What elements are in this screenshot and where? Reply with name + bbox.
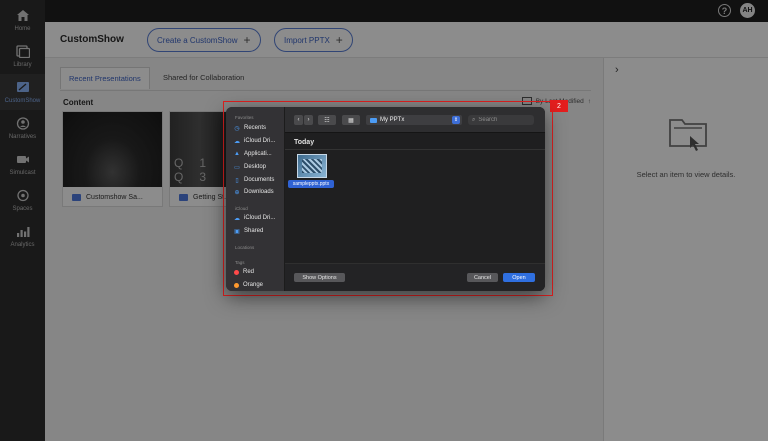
section-divider bbox=[285, 149, 545, 150]
sidebar-tag-orange[interactable]: Orange bbox=[234, 280, 263, 290]
sidebar-section-tags: Tags bbox=[235, 260, 245, 265]
sidebar-item-icloud-drive-2[interactable]: ☁ iCloud Dri... bbox=[234, 213, 275, 223]
dialog-footer: Show Options Cancel Open bbox=[285, 263, 545, 291]
sidebar-item-label: iCloud Dri... bbox=[244, 215, 276, 221]
dialog-toolbar: ‹ › ☷ ▦ My PPTx ⇕ ⌕ bbox=[285, 107, 545, 133]
sidebar-item-label: Documents bbox=[244, 177, 275, 183]
sidebar-item-label: Shared bbox=[244, 228, 264, 234]
sidebar-tag-red[interactable]: Red bbox=[234, 267, 254, 277]
sidebar-item-label: Red bbox=[243, 269, 255, 275]
open-button[interactable]: Open bbox=[503, 273, 535, 282]
document-icon: ▯ bbox=[235, 177, 239, 184]
list-view-toggle[interactable]: ☷ bbox=[318, 115, 336, 125]
dialog-main: ‹ › ☷ ▦ My PPTx ⇕ ⌕ Today samplepptx.ppt… bbox=[285, 107, 545, 291]
clock-icon: ◷ bbox=[234, 125, 240, 132]
sidebar-item-label: Desktop bbox=[244, 164, 267, 170]
dialog-sidebar: Favorites ◷ Recents ☁ iCloud Dri... ▲ Ap… bbox=[226, 107, 285, 291]
cloud-icon: ☁ bbox=[234, 215, 240, 222]
sidebar-item-downloads[interactable]: ⊕ Downloads bbox=[234, 187, 274, 197]
desktop-icon: ▭ bbox=[234, 164, 240, 171]
sidebar-item-label: Applicati... bbox=[244, 151, 272, 157]
sidebar-item-applications[interactable]: ▲ Applicati... bbox=[234, 149, 272, 159]
sidebar-item-label: Orange bbox=[243, 282, 264, 288]
list-view-icon: ☷ bbox=[324, 117, 330, 124]
location-label: My PPTx bbox=[380, 117, 405, 123]
shared-folder-icon: ▣ bbox=[234, 228, 240, 235]
forward-button[interactable]: › bbox=[304, 115, 313, 125]
cancel-button[interactable]: Cancel bbox=[467, 273, 498, 282]
apps-icon: ▲ bbox=[234, 151, 240, 157]
folder-icon bbox=[370, 117, 377, 123]
sidebar-item-label: iCloud Dri... bbox=[244, 138, 276, 144]
search-icon: ⌕ bbox=[472, 116, 476, 123]
file-item[interactable]: samplepptx.pptx bbox=[288, 154, 334, 188]
sidebar-item-desktop[interactable]: ▭ Desktop bbox=[234, 162, 266, 172]
sidebar-item-icloud-drive[interactable]: ☁ iCloud Dri... bbox=[234, 136, 275, 146]
file-name: samplepptx.pptx bbox=[288, 180, 334, 188]
sidebar-item-recents[interactable]: ◷ Recents bbox=[234, 123, 266, 133]
annotation-badge: 2 bbox=[550, 100, 568, 112]
pptx-file-icon bbox=[297, 154, 327, 178]
sidebar-section-icloud: iCloud bbox=[235, 206, 248, 211]
sidebar-section-favorites: Favorites bbox=[235, 115, 254, 120]
chevron-updown-icon: ⇕ bbox=[452, 116, 460, 124]
download-icon: ⊕ bbox=[234, 189, 240, 196]
sidebar-item-label: Recents bbox=[244, 125, 267, 131]
search-field[interactable]: ⌕ bbox=[468, 115, 534, 125]
grid-view-toggle[interactable]: ▦ bbox=[342, 115, 360, 125]
sidebar-item-label: Downloads bbox=[244, 189, 274, 195]
sidebar-item-documents[interactable]: ▯ Documents bbox=[234, 175, 274, 185]
today-section-header: Today bbox=[294, 139, 315, 146]
cloud-icon: ☁ bbox=[234, 138, 240, 145]
sidebar-section-locations: Locations bbox=[235, 245, 255, 250]
tag-dot-icon bbox=[234, 269, 239, 275]
grid-view-icon: ▦ bbox=[348, 117, 354, 124]
show-options-button[interactable]: Show Options bbox=[294, 273, 345, 282]
location-dropdown[interactable]: My PPTx ⇕ bbox=[366, 115, 462, 125]
tag-dot-icon bbox=[234, 282, 239, 288]
back-button[interactable]: ‹ bbox=[294, 115, 303, 125]
sidebar-item-shared[interactable]: ▣ Shared bbox=[234, 226, 263, 236]
file-open-dialog: Favorites ◷ Recents ☁ iCloud Dri... ▲ Ap… bbox=[226, 107, 545, 291]
search-input[interactable] bbox=[478, 117, 527, 123]
